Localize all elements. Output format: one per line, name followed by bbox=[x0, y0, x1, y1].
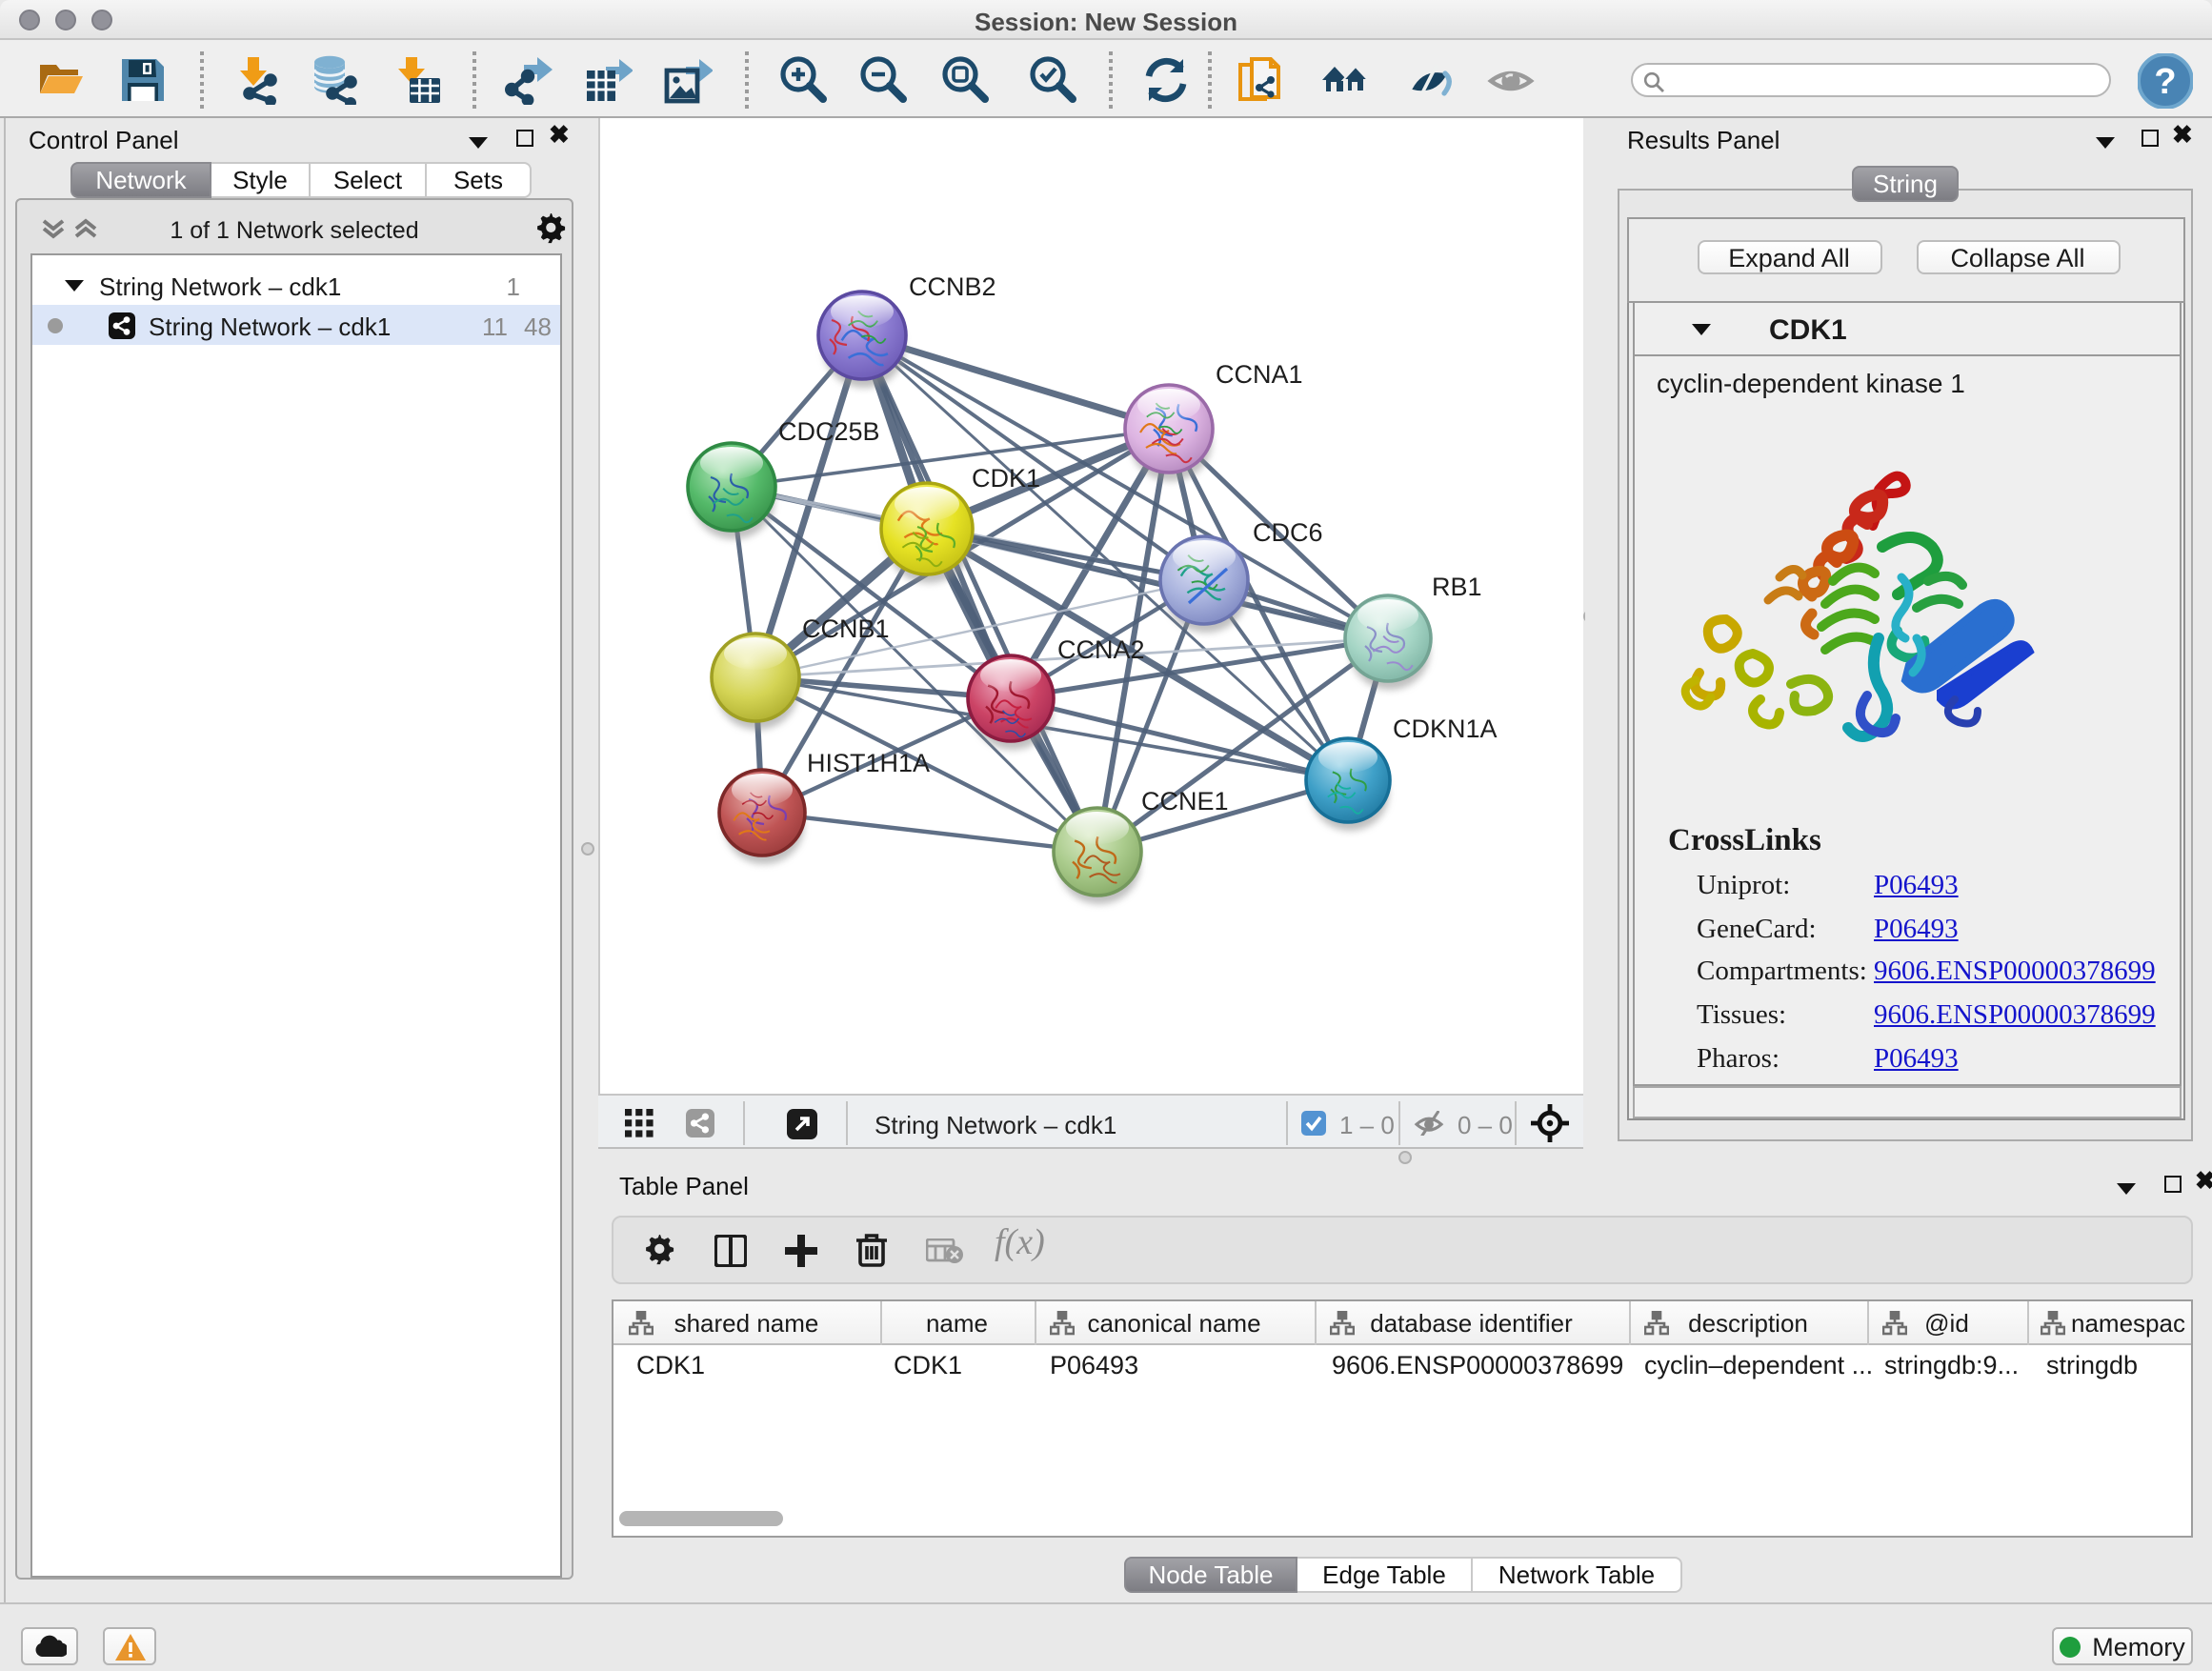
svg-text:CDC6: CDC6 bbox=[1253, 518, 1323, 547]
svg-text:?: ? bbox=[2154, 62, 2176, 102]
svg-text:CCNB1: CCNB1 bbox=[802, 614, 890, 643]
svg-text:CCNE1: CCNE1 bbox=[1141, 787, 1229, 815]
svg-text:CCNB2: CCNB2 bbox=[909, 272, 996, 301]
svg-text:HIST1H1A: HIST1H1A bbox=[807, 749, 930, 777]
svg-text:CDK1: CDK1 bbox=[972, 464, 1040, 493]
svg-text:RB1: RB1 bbox=[1432, 573, 1482, 601]
svg-text:CCNA1: CCNA1 bbox=[1216, 360, 1303, 389]
svg-text:CDKN1A: CDKN1A bbox=[1393, 715, 1498, 743]
svg-text:CDC25B: CDC25B bbox=[778, 417, 880, 446]
svg-text:CCNA2: CCNA2 bbox=[1057, 635, 1145, 664]
